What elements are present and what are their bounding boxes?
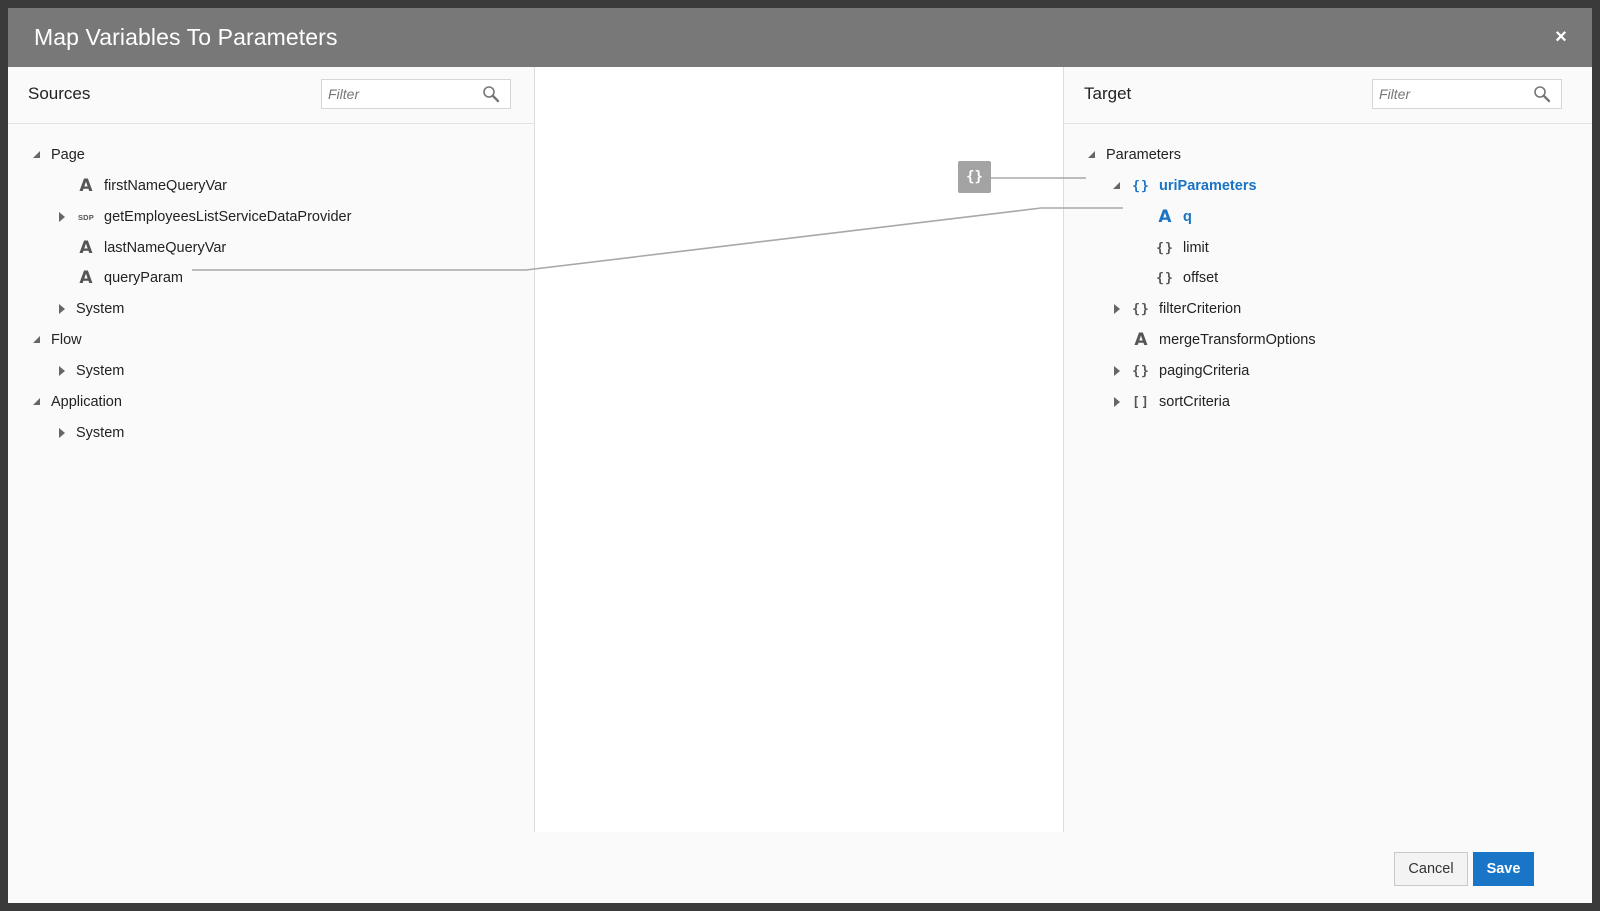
target-title: Target <box>1084 84 1132 103</box>
tree-node-queryparam[interactable]: A queryParam <box>76 267 183 289</box>
save-button[interactable]: Save <box>1473 852 1534 886</box>
string-type-icon: A <box>79 176 93 196</box>
tree-node-page[interactable]: Page <box>32 144 85 166</box>
tree-node-label: mergeTransformOptions <box>1159 332 1316 348</box>
tree-node-label: getEmployeesListServiceDataProvider <box>104 209 352 225</box>
target-pane: Target Parameters {} uriParameters A q {… <box>1063 67 1592 832</box>
sources-pane: Sources Page A firstNameQueryVar SDP get… <box>8 67 535 832</box>
sources-header: Sources <box>8 67 534 124</box>
expand-toggle-icon[interactable] <box>32 150 42 160</box>
dialog-titlebar: Map Variables To Parameters × <box>8 8 1592 67</box>
target-filter <box>1372 79 1562 109</box>
expand-toggle-icon[interactable] <box>1112 181 1122 191</box>
collapse-toggle-icon[interactable] <box>57 366 67 376</box>
tree-node-flow-system[interactable]: System <box>57 360 124 382</box>
object-type-icon: {} <box>1156 240 1174 256</box>
tree-node-label: Page <box>51 147 85 163</box>
search-icon[interactable] <box>1533 85 1551 103</box>
tree-node-application[interactable]: Application <box>32 391 122 413</box>
tree-node-pagingcriteria[interactable]: {} pagingCriteria <box>1112 360 1249 382</box>
collapse-toggle-icon[interactable] <box>57 304 67 314</box>
tree-node-label: lastNameQueryVar <box>104 240 227 256</box>
sources-filter <box>321 79 511 109</box>
object-type-icon: {} <box>1132 363 1150 379</box>
object-type-icon: {} <box>1156 270 1174 286</box>
dialog-footer: Cancel Save <box>8 832 1592 903</box>
array-type-icon: [] <box>1132 394 1150 410</box>
tree-node-label: Parameters <box>1106 147 1181 163</box>
tree-node-label: Flow <box>51 332 82 348</box>
tree-node-uriparameters[interactable]: {} uriParameters <box>1112 175 1257 197</box>
tree-node-service-data-provider[interactable]: SDP getEmployeesListServiceDataProvider <box>57 206 351 228</box>
tree-node-label: pagingCriteria <box>1159 363 1250 379</box>
tree-node-label: q <box>1183 209 1192 225</box>
expand-toggle-icon[interactable] <box>32 397 42 407</box>
string-type-icon: A <box>79 238 93 258</box>
sources-title: Sources <box>28 84 91 103</box>
tree-node-q[interactable]: A q <box>1155 206 1192 228</box>
tree-node-flow[interactable]: Flow <box>32 329 82 351</box>
tree-node-mergetransformoptions[interactable]: A mergeTransformOptions <box>1131 329 1316 351</box>
tree-node-label: filterCriterion <box>1159 301 1242 317</box>
sdp-type-icon: SDP <box>77 212 95 222</box>
collapse-toggle-icon[interactable] <box>1112 366 1122 376</box>
object-mapping-badge-icon[interactable]: {} <box>958 161 991 193</box>
tree-node-label: System <box>76 363 125 379</box>
object-type-icon: {} <box>1132 178 1150 194</box>
object-type-icon: {} <box>1132 301 1150 317</box>
tree-node-offset[interactable]: {} offset <box>1155 267 1218 289</box>
tree-node-application-system[interactable]: System <box>57 422 124 444</box>
expand-toggle-icon[interactable] <box>32 335 42 345</box>
tree-node-label: queryParam <box>104 270 183 286</box>
expand-toggle-icon[interactable] <box>1087 150 1097 160</box>
target-header: Target <box>1064 67 1592 124</box>
dialog-title: Map Variables To Parameters <box>34 24 338 50</box>
target-filter-input[interactable] <box>1373 80 1529 108</box>
tree-node-firstnamequeryvar[interactable]: A firstNameQueryVar <box>76 175 227 197</box>
tree-node-label: limit <box>1183 240 1209 256</box>
tree-node-label: firstNameQueryVar <box>104 178 228 194</box>
tree-node-label: System <box>76 301 125 317</box>
tree-node-sortcriteria[interactable]: [] sortCriteria <box>1112 391 1230 413</box>
tree-node-label: Application <box>51 394 122 410</box>
sources-filter-input[interactable] <box>322 80 478 108</box>
collapse-toggle-icon[interactable] <box>1112 397 1122 407</box>
collapse-toggle-icon[interactable] <box>57 212 67 222</box>
tree-node-label: sortCriteria <box>1159 394 1230 410</box>
tree-node-filtercriterion[interactable]: {} filterCriterion <box>1112 298 1241 320</box>
cancel-button[interactable]: Cancel <box>1394 852 1468 886</box>
map-variables-dialog: Map Variables To Parameters × Sources Pa… <box>8 8 1592 903</box>
collapse-toggle-icon[interactable] <box>1112 304 1122 314</box>
tree-node-label: System <box>76 425 125 441</box>
tree-node-label: uriParameters <box>1159 178 1257 194</box>
tree-node-page-system[interactable]: System <box>57 298 124 320</box>
string-type-icon: A <box>79 268 93 288</box>
tree-node-lastnamequeryvar[interactable]: A lastNameQueryVar <box>76 237 226 259</box>
close-button[interactable]: × <box>1550 26 1572 48</box>
search-icon[interactable] <box>482 85 500 103</box>
tree-node-parameters[interactable]: Parameters <box>1087 144 1181 166</box>
tree-node-limit[interactable]: {} limit <box>1155 237 1209 259</box>
collapse-toggle-icon[interactable] <box>57 428 67 438</box>
tree-node-label: offset <box>1183 270 1219 286</box>
string-type-icon: A <box>1158 207 1172 227</box>
string-type-icon: A <box>1134 330 1148 350</box>
